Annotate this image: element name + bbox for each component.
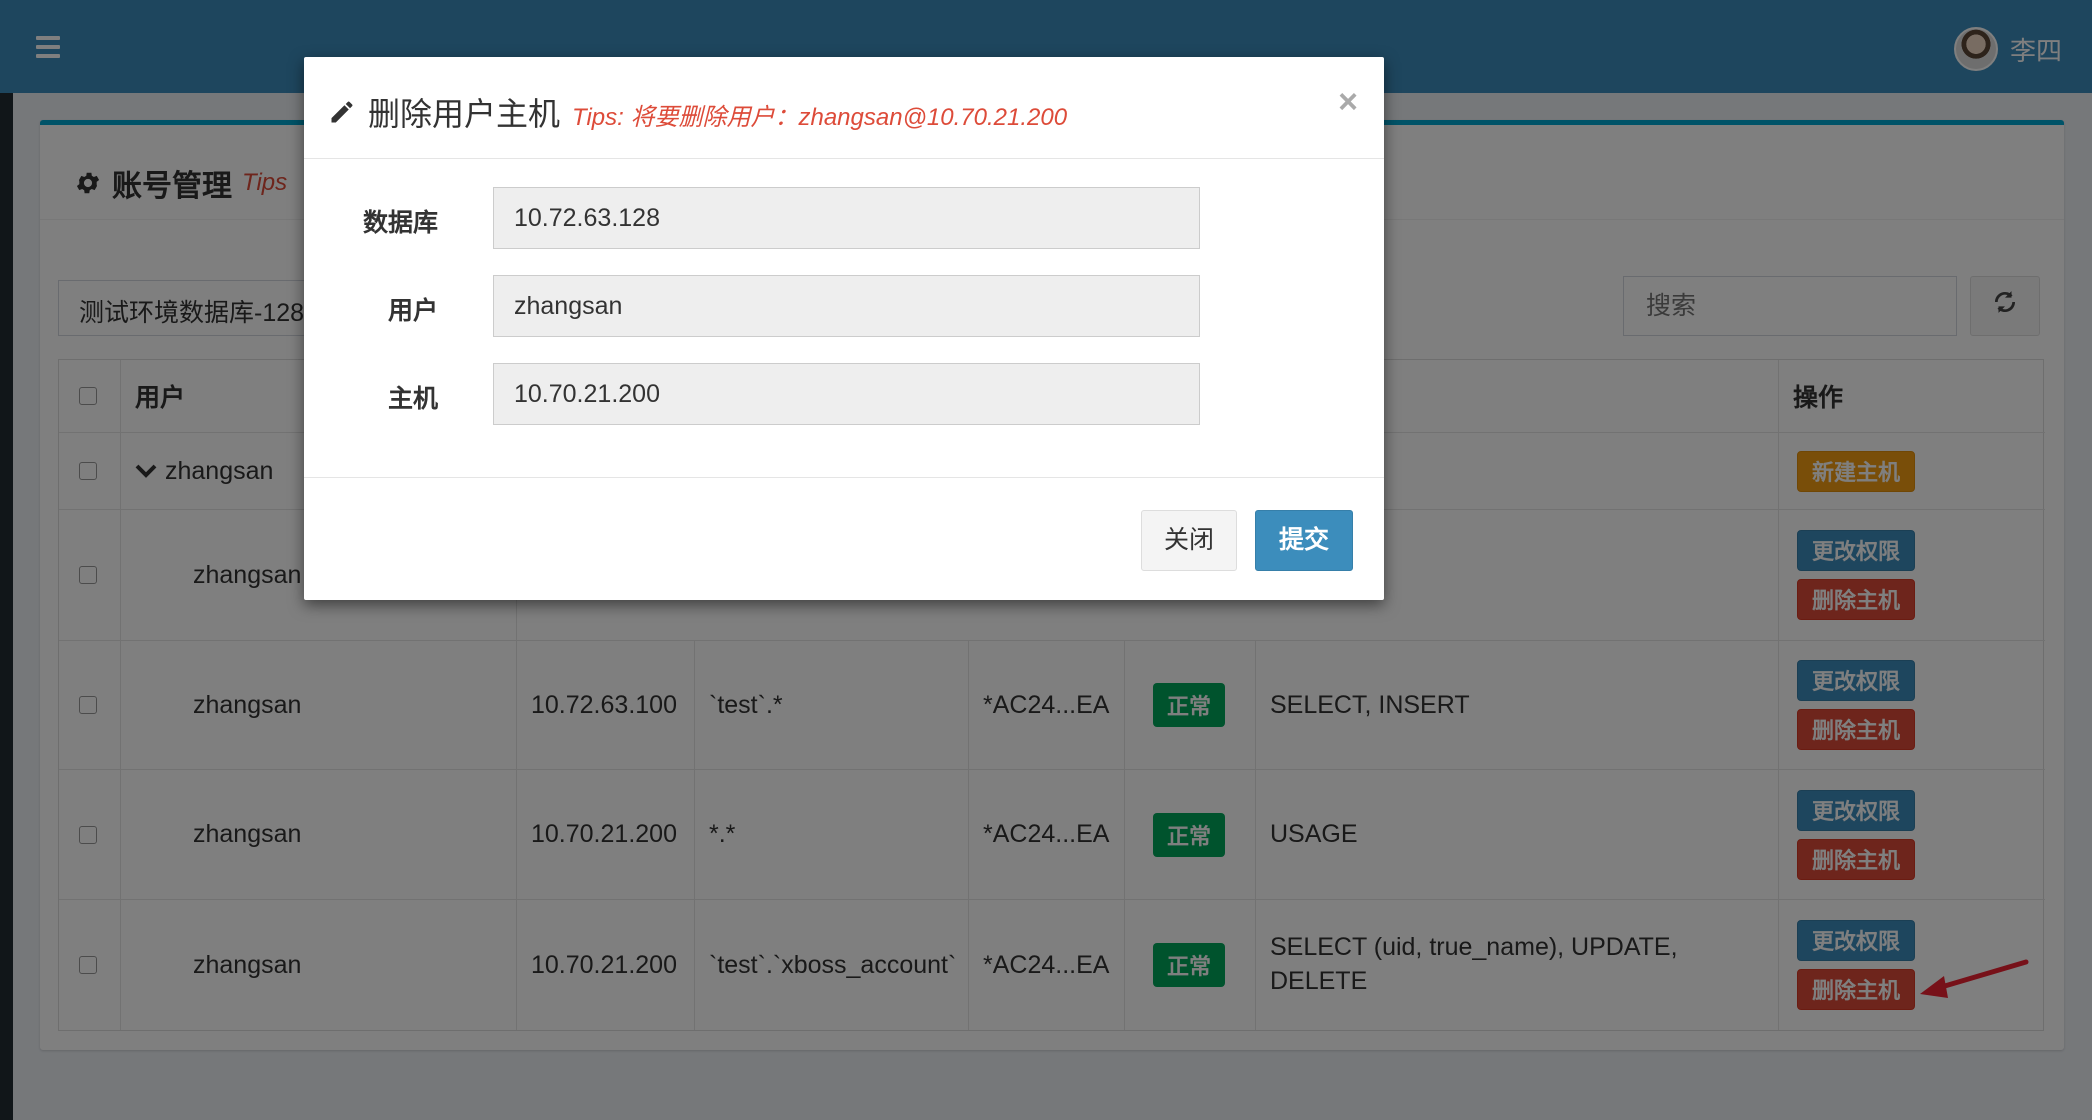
form-row-user: 用户 zhangsan [304,275,1384,337]
pencil-icon [331,101,353,123]
modal-title: 删除用户主机 Tips: 将要删除用户：zhangsan@10.70.21.20… [328,89,1067,135]
delete-host-modal: 删除用户主机 Tips: 将要删除用户：zhangsan@10.70.21.20… [304,57,1384,600]
user-label: 用户 [387,297,438,325]
form-row-host: 主机 10.70.21.200 [304,363,1384,425]
database-field[interactable]: 10.72.63.128 [493,187,1200,249]
form-row-database: 数据库 10.72.63.128 [304,187,1384,249]
modal-footer: 关闭 提交 [304,477,1384,600]
close-icon[interactable]: × [1338,85,1358,119]
modal-header: 删除用户主机 Tips: 将要删除用户：zhangsan@10.70.21.20… [304,57,1384,159]
modal-title-text: 删除用户主机 [368,96,561,132]
user-field[interactable]: zhangsan [493,275,1200,337]
host-label: 主机 [387,385,438,413]
database-label: 数据库 [362,209,438,237]
close-button[interactable]: 关闭 [1141,510,1237,571]
submit-button[interactable]: 提交 [1255,510,1353,571]
host-field[interactable]: 10.70.21.200 [493,363,1200,425]
modal-tips: Tips: 将要删除用户：zhangsan@10.70.21.200 [572,104,1068,131]
